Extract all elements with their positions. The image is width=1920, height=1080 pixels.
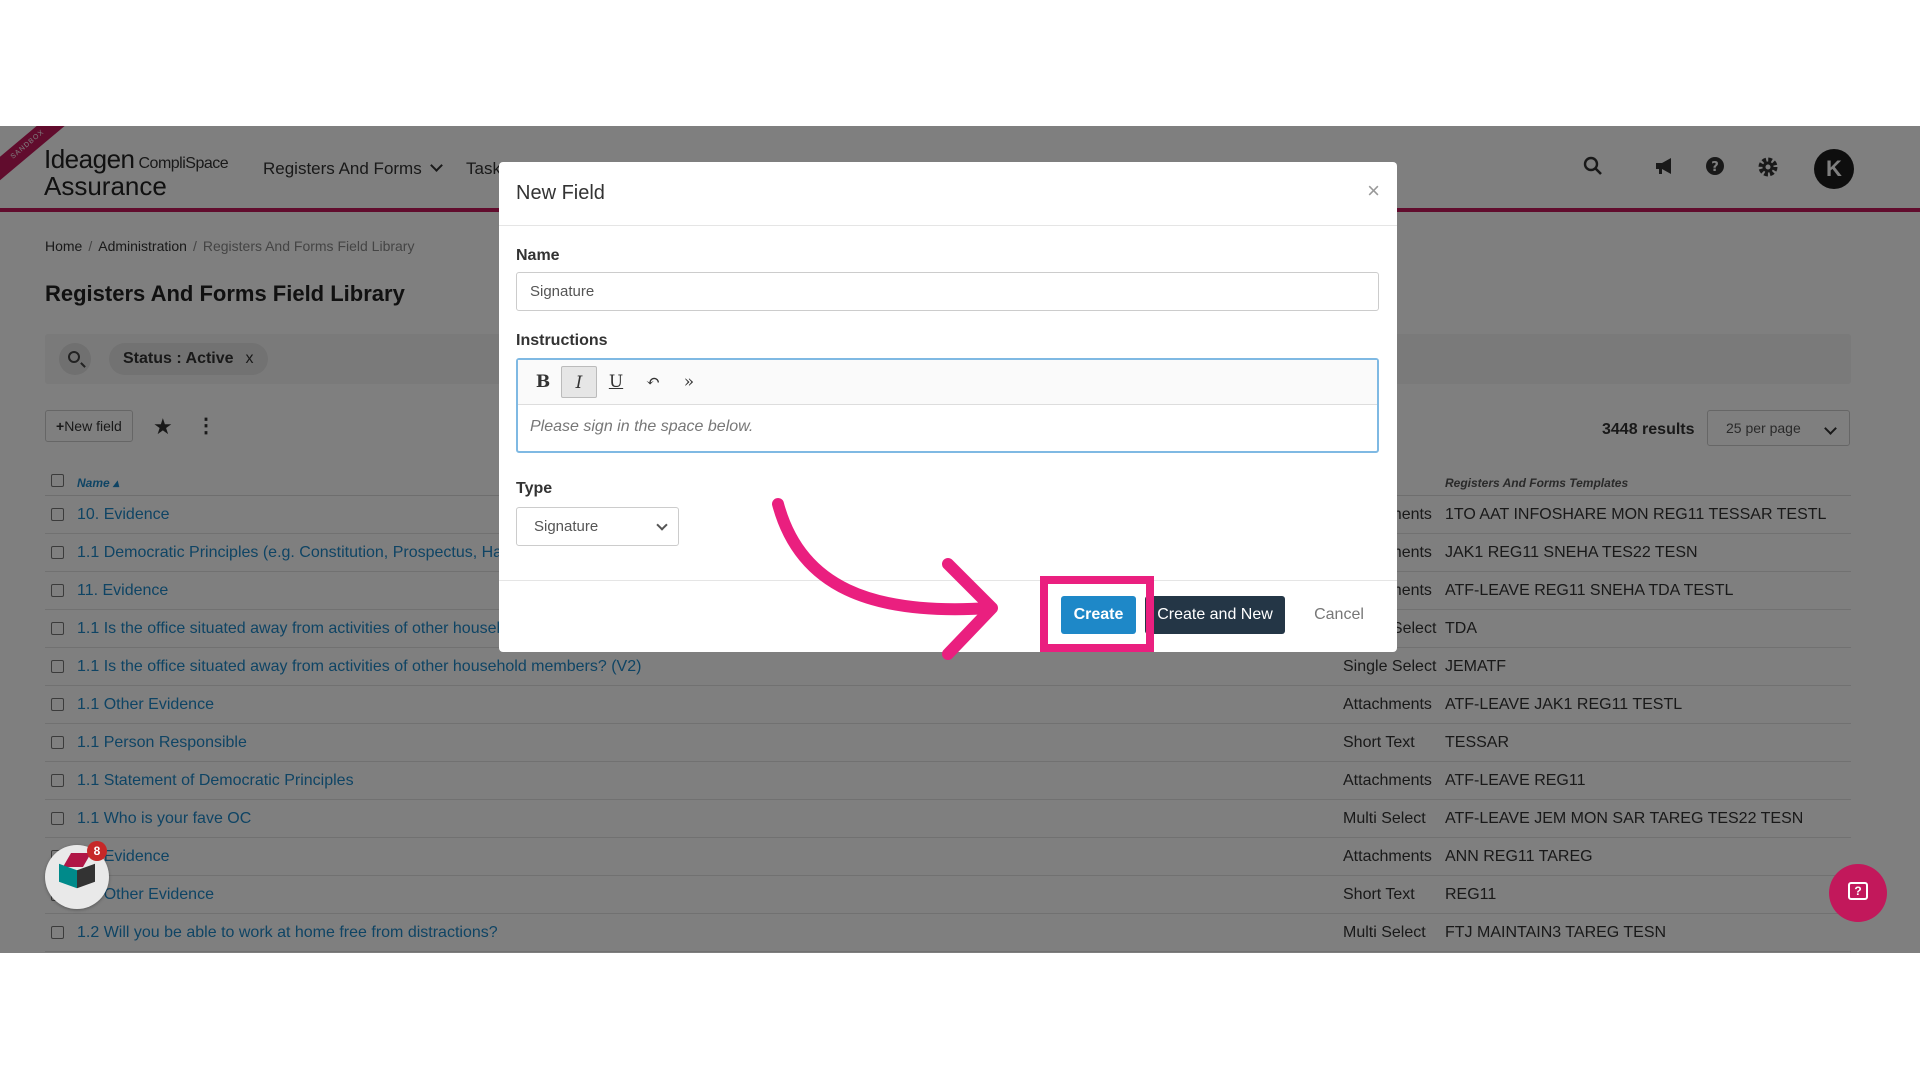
type-select[interactable]: Signature <box>516 507 679 546</box>
name-label: Name <box>516 247 560 264</box>
feedback-icon: ? <box>1848 882 1868 900</box>
name-input[interactable]: Signature <box>516 272 1379 311</box>
cube-logo-part <box>77 863 95 889</box>
feedback-button[interactable]: ? <box>1829 864 1887 922</box>
modal-title: New Field <box>516 182 605 204</box>
pointer-arrow-icon <box>772 498 998 660</box>
notification-badge: 8 <box>87 841 107 861</box>
instructions-editor[interactable]: B I U ↶ » Please sign in the space below… <box>516 358 1379 453</box>
create-and-new-button[interactable]: Create and New <box>1145 596 1285 634</box>
more-button[interactable]: » <box>671 366 707 398</box>
type-value: Signature <box>534 518 599 535</box>
undo-button[interactable]: ↶ <box>635 366 671 398</box>
chevron-down-icon <box>656 519 668 531</box>
instructions-text[interactable]: Please sign in the space below. <box>530 418 753 436</box>
bold-button[interactable]: B <box>525 366 561 398</box>
resource-center-launcher[interactable]: 8 <box>45 841 109 909</box>
instructions-label: Instructions <box>516 332 608 349</box>
type-label: Type <box>516 480 553 497</box>
cancel-button[interactable]: Cancel <box>1299 596 1379 634</box>
cube-logo-icon <box>62 853 92 867</box>
cube-logo-part <box>59 863 77 889</box>
editor-toolbar: B I U ↶ » <box>518 360 1377 405</box>
modal-header: New Field × <box>499 162 1397 226</box>
app-frame: SANDBOX IdeagenCompliSpace Assurance Reg… <box>0 126 1920 953</box>
underline-button[interactable]: U <box>598 366 634 398</box>
highlight-box <box>1040 576 1154 652</box>
italic-button[interactable]: I <box>561 366 597 398</box>
close-icon[interactable]: × <box>1367 178 1380 204</box>
